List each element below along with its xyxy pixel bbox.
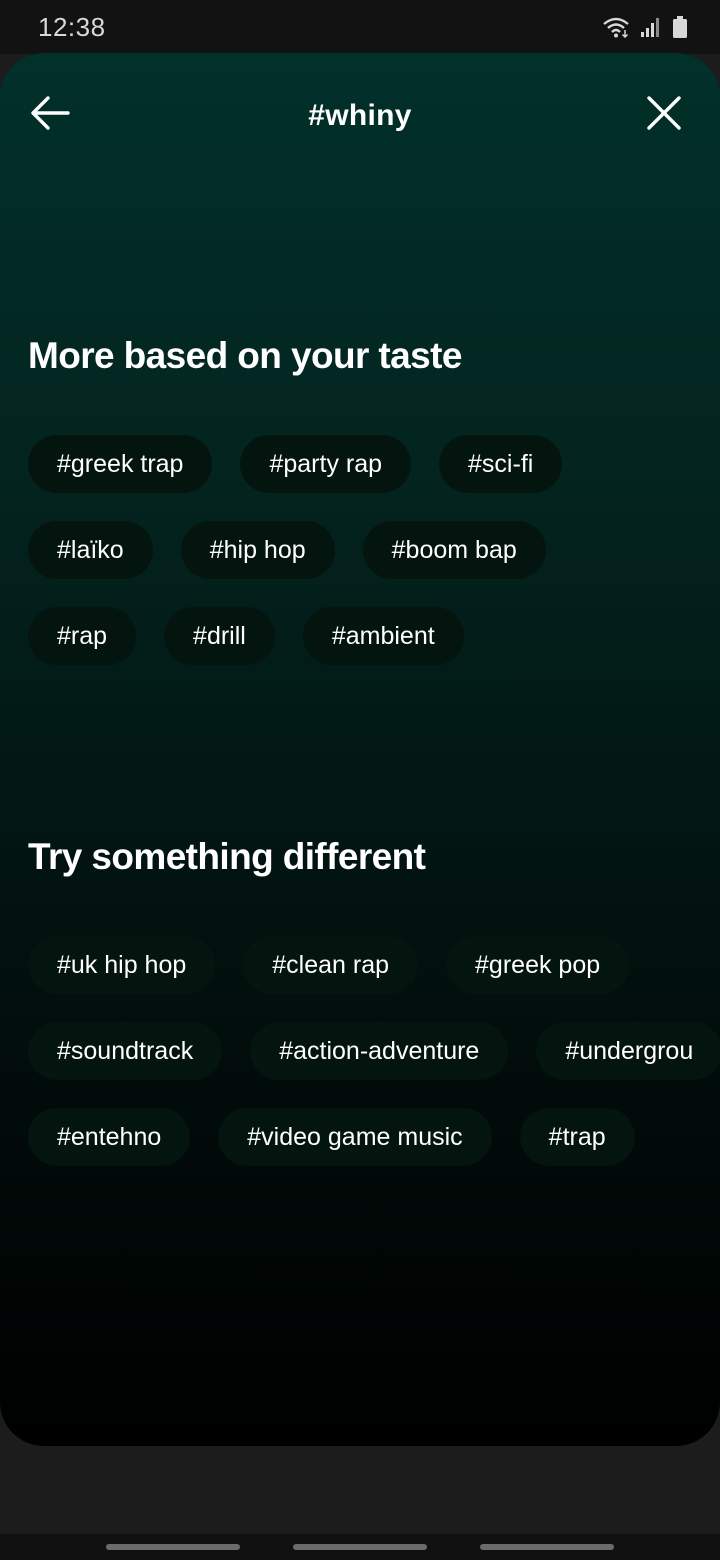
wifi-icon	[602, 16, 630, 38]
tag-chip[interactable]: #party rap	[240, 435, 412, 493]
close-button[interactable]	[640, 91, 688, 139]
close-icon	[646, 95, 682, 136]
navigation-bar	[0, 1534, 720, 1560]
nav-handle[interactable]	[480, 1544, 614, 1550]
chip-row: #greek trap #party rap #sci-fi	[28, 435, 720, 493]
tag-chip[interactable]: #rap	[28, 607, 137, 665]
chip-row: #entehno #video game music #trap	[28, 1108, 720, 1166]
tag-chip[interactable]: #undergrou	[536, 1022, 720, 1080]
section-title-taste: More based on your taste	[28, 335, 462, 376]
tag-chip[interactable]: #sci-fi	[439, 435, 563, 493]
tag-chip[interactable]: #uk hip hop	[28, 936, 216, 994]
section-title-different: Try something different	[28, 836, 426, 877]
status-time: 12:38	[38, 11, 106, 42]
hashtag-sheet: #whiny More based on your taste #greek t…	[0, 53, 720, 1446]
battery-icon	[672, 15, 688, 39]
nav-handle[interactable]	[106, 1544, 240, 1550]
chip-row: #laïko #hip hop #boom bap	[28, 521, 720, 579]
tag-chip[interactable]: #video game music	[218, 1108, 492, 1166]
signal-icon	[640, 16, 662, 38]
tag-chip[interactable]: #laïko	[28, 521, 153, 579]
nav-handle[interactable]	[293, 1544, 427, 1550]
chip-row: #soundtrack #action-adventure #undergrou	[28, 1022, 720, 1080]
tag-chip[interactable]: #clean rap	[243, 936, 419, 994]
tag-chip[interactable]: #hip hop	[180, 521, 335, 579]
tag-chip[interactable]: #soundtrack	[28, 1022, 223, 1080]
tag-chip[interactable]: #drill	[164, 607, 275, 665]
status-icons	[602, 15, 688, 39]
taste-chip-list: #greek trap #party rap #sci-fi #laïko #h…	[28, 435, 720, 693]
sheet-header: #whiny	[0, 53, 720, 183]
tag-chip[interactable]: #boom bap	[362, 521, 546, 579]
chip-row: #rap #drill #ambient	[28, 607, 720, 665]
tag-chip[interactable]: #entehno	[28, 1108, 191, 1166]
tag-chip[interactable]: #greek trap	[28, 435, 213, 493]
tag-chip[interactable]: #trap	[519, 1108, 635, 1166]
page-title: #whiny	[308, 99, 412, 132]
tag-chip[interactable]: #ambient	[302, 607, 464, 665]
status-bar: 12:38	[0, 0, 720, 54]
tag-chip[interactable]: #greek pop	[446, 936, 630, 994]
tag-chip[interactable]: #action-adventure	[250, 1022, 509, 1080]
chip-row: #uk hip hop #clean rap #greek pop	[28, 936, 720, 994]
different-chip-list: #uk hip hop #clean rap #greek pop #sound…	[28, 936, 720, 1194]
